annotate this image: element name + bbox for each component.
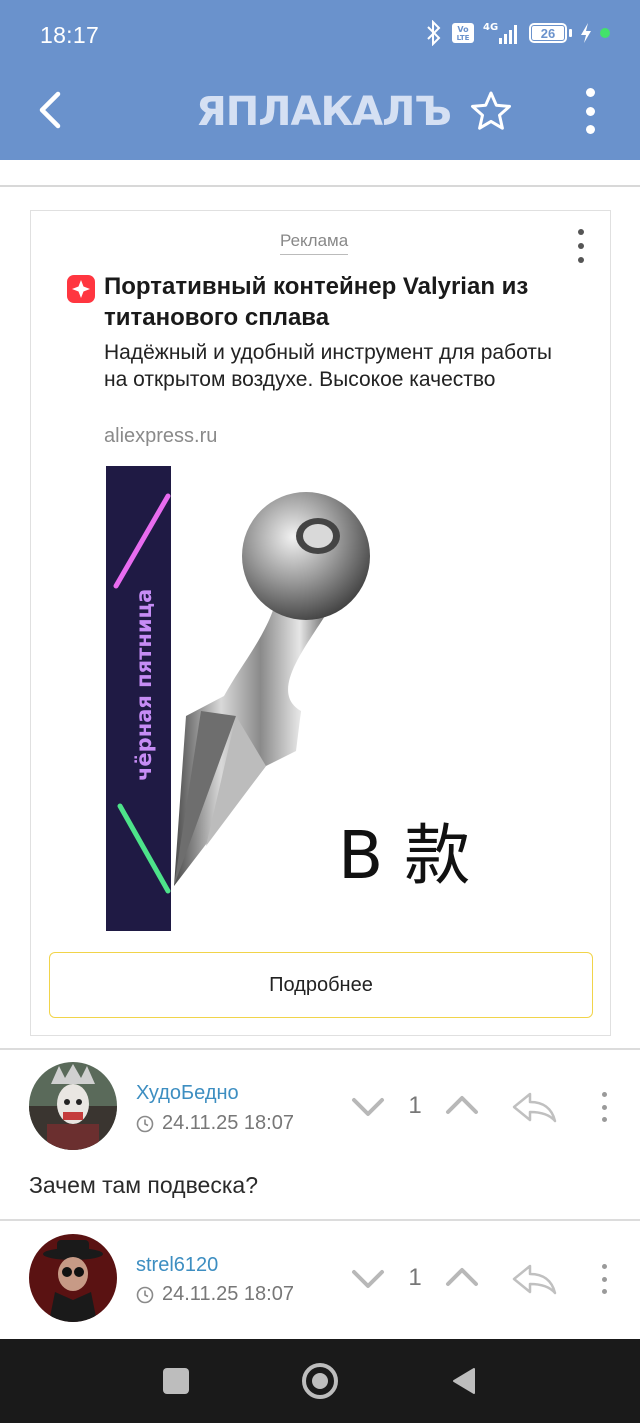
comment-date-text: 24.11.25 18:07 xyxy=(162,1283,294,1305)
comment-item: strel6120 24.11.25 18:07 1 xyxy=(0,1221,640,1339)
status-icons: Vo LTE 4G 26 xyxy=(425,20,610,46)
ad-banner-text: чёрная пятница xyxy=(132,589,156,781)
divider xyxy=(0,185,640,187)
notification-dot xyxy=(600,28,610,38)
ad-domain[interactable]: aliexpress.ru xyxy=(104,425,217,448)
status-bar: 18:17 Vo LTE 4G 26 xyxy=(0,0,640,70)
ad-details-button[interactable]: Подробнее xyxy=(49,952,593,1018)
ad-block[interactable]: Реклама Портативный контейнер Valyrian и… xyxy=(30,210,611,1036)
vote-up-icon[interactable] xyxy=(444,1094,480,1118)
star-icon[interactable] xyxy=(470,90,512,132)
back-button[interactable] xyxy=(32,90,68,130)
battery-icon: 26 xyxy=(529,23,572,43)
reply-icon[interactable] xyxy=(510,1262,558,1296)
comment-username[interactable]: strel6120 xyxy=(136,1254,218,1277)
svg-text:LTE: LTE xyxy=(457,34,470,42)
bluetooth-icon xyxy=(427,20,441,46)
nav-back-icon[interactable] xyxy=(450,1367,478,1395)
comment-menu-button[interactable] xyxy=(600,1264,608,1294)
app-header: 18:17 Vo LTE 4G 26 ЯПЛАКАЛЪ xyxy=(0,0,640,160)
ad-image-caption: B 款 xyxy=(338,817,470,894)
comment-datetime: 24.11.25 18:07 xyxy=(136,1112,294,1135)
volte-icon: Vo LTE xyxy=(452,23,474,43)
avatar[interactable] xyxy=(29,1062,117,1150)
comment-text: Зачем там подвеска? xyxy=(29,1172,258,1198)
ad-menu-button[interactable] xyxy=(576,229,586,263)
vote-count: 1 xyxy=(408,1264,422,1291)
svg-text:Vo: Vo xyxy=(457,25,469,34)
vote-down-icon[interactable] xyxy=(350,1266,386,1290)
site-logo[interactable]: ЯПЛАКАЛЪ xyxy=(196,88,452,136)
comment-username[interactable]: ХудоБедно xyxy=(136,1082,239,1105)
svg-text:4G: 4G xyxy=(483,22,498,33)
battery-level: 26 xyxy=(532,26,564,41)
clock-icon xyxy=(136,1115,154,1132)
comment-date-text: 24.11.25 18:07 xyxy=(162,1112,294,1134)
comment-datetime: 24.11.25 18:07 xyxy=(136,1283,294,1306)
ad-title[interactable]: Портативный контейнер Valyrian из титано… xyxy=(104,271,574,333)
vote-up-icon[interactable] xyxy=(444,1266,480,1290)
clock-icon xyxy=(136,1286,154,1303)
aliexpress-icon xyxy=(67,275,95,303)
ad-description: Надёжный и удобный инструмент для работы… xyxy=(104,341,553,391)
comment-item: ХудоБедно 24.11.25 18:07 1 Зачем там под… xyxy=(0,1050,640,1220)
vote-down-icon[interactable] xyxy=(350,1094,386,1118)
signal-icon: 4G xyxy=(483,22,517,44)
charging-icon xyxy=(581,23,591,43)
home-button[interactable] xyxy=(302,1363,338,1399)
vote-control: 1 xyxy=(350,1092,480,1120)
vote-count: 1 xyxy=(408,1092,422,1119)
recents-button[interactable] xyxy=(163,1368,189,1394)
status-time: 18:17 xyxy=(40,22,100,48)
ad-product-image[interactable]: чёрная пятница B 款 xyxy=(106,466,506,931)
overflow-menu-button[interactable] xyxy=(580,88,600,134)
reply-icon[interactable] xyxy=(510,1090,558,1124)
system-nav-bar xyxy=(0,1339,640,1423)
comment-menu-button[interactable] xyxy=(600,1092,608,1122)
avatar[interactable] xyxy=(29,1234,117,1322)
vote-control: 1 xyxy=(350,1264,480,1292)
ad-label: Реклама xyxy=(280,231,349,255)
